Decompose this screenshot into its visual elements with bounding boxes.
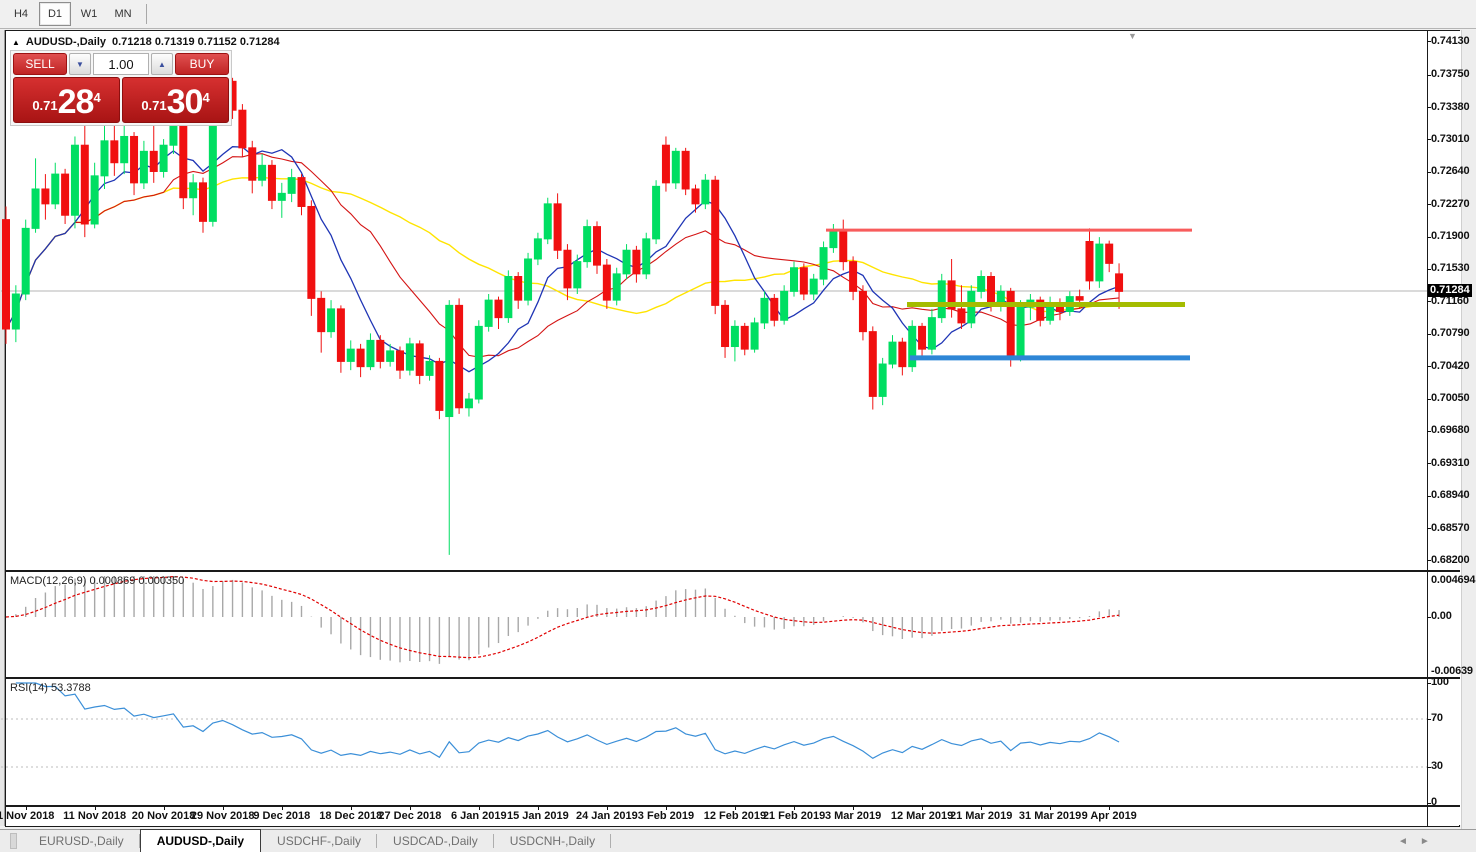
timeframe-button-mn[interactable]: MN: [107, 2, 139, 26]
price-axis-label: 0.71900: [1431, 230, 1469, 242]
rsi-axis-label: 30: [1431, 760, 1443, 772]
price-axis-label: 0.70790: [1431, 327, 1469, 339]
horizontal-scrollbar: ◄ ►: [1398, 836, 1430, 847]
date-axis-label: 21 Feb 2019: [763, 810, 825, 822]
rsi-axis-label: 0: [1431, 796, 1437, 808]
chart-tab-usdchfdaily[interactable]: USDCHF-,Daily: [261, 830, 377, 852]
price-axis-label: 0.68200: [1431, 554, 1469, 566]
chart-title-ohlc: 0.71218 0.71319 0.71152 0.71284: [112, 36, 280, 48]
date-axis-label: 11 Nov 2018: [63, 810, 126, 822]
one-click-trade-panel: SELL ▼ ▲ BUY 0.71284 0.71304: [10, 50, 232, 126]
sell-price-prefix: 0.71: [32, 93, 57, 119]
date-axis-label: 3 Feb 2019: [638, 810, 694, 822]
price-axis-label: 0.70420: [1431, 360, 1469, 372]
date-axis-label: 18 Dec 2018: [319, 810, 382, 822]
volume-decrease-button[interactable]: ▼: [69, 53, 91, 75]
price-axis-label: 0.73380: [1431, 101, 1469, 113]
date-axis-label: 29 Nov 2018: [191, 810, 255, 822]
sell-button[interactable]: SELL: [13, 53, 67, 75]
pane-splitter-rsi[interactable]: [5, 677, 1460, 679]
chart-window[interactable]: [5, 30, 1460, 827]
date-axis-label: 9 Dec 2018: [253, 810, 310, 822]
price-axis-label: 0.72640: [1431, 165, 1469, 177]
date-axis-label: 20 Nov 2018: [132, 810, 196, 822]
sell-price-pip: 4: [93, 78, 100, 118]
sell-price-big: 28: [58, 85, 94, 119]
date-axis-label: 24 Jan 2019: [576, 810, 638, 822]
price-axis-label: 0.74130: [1431, 35, 1469, 47]
rsi-axis-label: 70: [1431, 712, 1443, 724]
window-right-strip: [1461, 30, 1476, 852]
macd-label: MACD(12,26,9) 0.000869 0.000350: [10, 575, 184, 587]
date-axis-label: 31 Mar 2019: [1019, 810, 1081, 822]
date-axis-label: 21 Mar 2019: [950, 810, 1012, 822]
timeframe-button-d1[interactable]: D1: [39, 2, 71, 26]
timeframe-button-w1[interactable]: W1: [73, 2, 105, 26]
date-axis-label: 12 Feb 2019: [704, 810, 766, 822]
date-axis-label: 6 Jan 2019: [451, 810, 507, 822]
chart-tab-usdcnhdaily[interactable]: USDCNH-,Daily: [494, 830, 611, 852]
date-axis-label: 27 Dec 2018: [378, 810, 441, 822]
price-axis-label: 0.73750: [1431, 68, 1469, 80]
price-axis-label: 0.73010: [1431, 133, 1469, 145]
date-axis-label: 3 Mar 2019: [825, 810, 881, 822]
price-axis-label: 0.69310: [1431, 457, 1469, 469]
buy-price-pip: 4: [202, 78, 209, 118]
buy-price-prefix: 0.71: [141, 93, 166, 119]
scroll-right-icon[interactable]: ►: [1420, 836, 1430, 847]
buy-price-big: 30: [167, 85, 203, 119]
pane-splitter-macd[interactable]: [5, 570, 1460, 572]
price-axis-label: 0.68940: [1431, 489, 1469, 501]
chart-tab-audusddaily[interactable]: AUDUSD-,Daily: [140, 829, 261, 852]
chart-tab-eurusddaily[interactable]: EURUSD-,Daily: [23, 830, 140, 852]
macd-axis-max: 0.004694: [1431, 574, 1475, 586]
chart-tab-bar: EURUSD-,DailyAUDUSD-,DailyUSDCHF-,DailyU…: [0, 829, 1476, 852]
price-axis-label: 0.70050: [1431, 392, 1469, 404]
price-axis-label: 0.72270: [1431, 198, 1469, 210]
tabbar-grip[interactable]: [10, 833, 17, 849]
symbol-triangle-icon: ▲: [12, 38, 20, 47]
toolbar-separator: [146, 4, 147, 24]
date-axis-label: 9 Apr 2019: [1082, 810, 1137, 822]
chart-tab-usdcaddaily[interactable]: USDCAD-,Daily: [377, 830, 494, 852]
rsi-label: RSI(14) 53.3788: [10, 682, 91, 694]
buy-quote-tile[interactable]: 0.71304: [122, 77, 229, 123]
buy-button[interactable]: BUY: [175, 53, 229, 75]
scroll-left-icon[interactable]: ◄: [1398, 836, 1408, 847]
price-axis-label: 0.69680: [1431, 424, 1469, 436]
volume-input[interactable]: [93, 53, 149, 75]
date-axis-label: 15 Jan 2019: [507, 810, 569, 822]
price-axis-label: 0.71530: [1431, 262, 1469, 274]
rsi-axis-label: 100: [1431, 676, 1449, 688]
timeframe-toolbar: H4 D1 W1 MN: [0, 0, 1476, 29]
chart-title-symbol: AUDUSD-,Daily: [26, 36, 106, 48]
current-price-tag: 0.71284: [1428, 284, 1472, 297]
date-axis-label: 12 Mar 2019: [891, 810, 953, 822]
sell-quote-tile[interactable]: 0.71284: [13, 77, 120, 123]
volume-increase-button[interactable]: ▲: [151, 53, 173, 75]
date-axis-label: 1 Nov 2018: [0, 810, 54, 822]
chart-title: ▲ AUDUSD-,Daily 0.71218 0.71319 0.71152 …: [12, 36, 280, 48]
macd-axis-zero: 0.00: [1431, 610, 1452, 622]
timeframe-button-h4[interactable]: H4: [5, 2, 37, 26]
chart-shift-marker-icon[interactable]: ▼: [1128, 31, 1137, 41]
price-axis-label: 0.68570: [1431, 522, 1469, 534]
